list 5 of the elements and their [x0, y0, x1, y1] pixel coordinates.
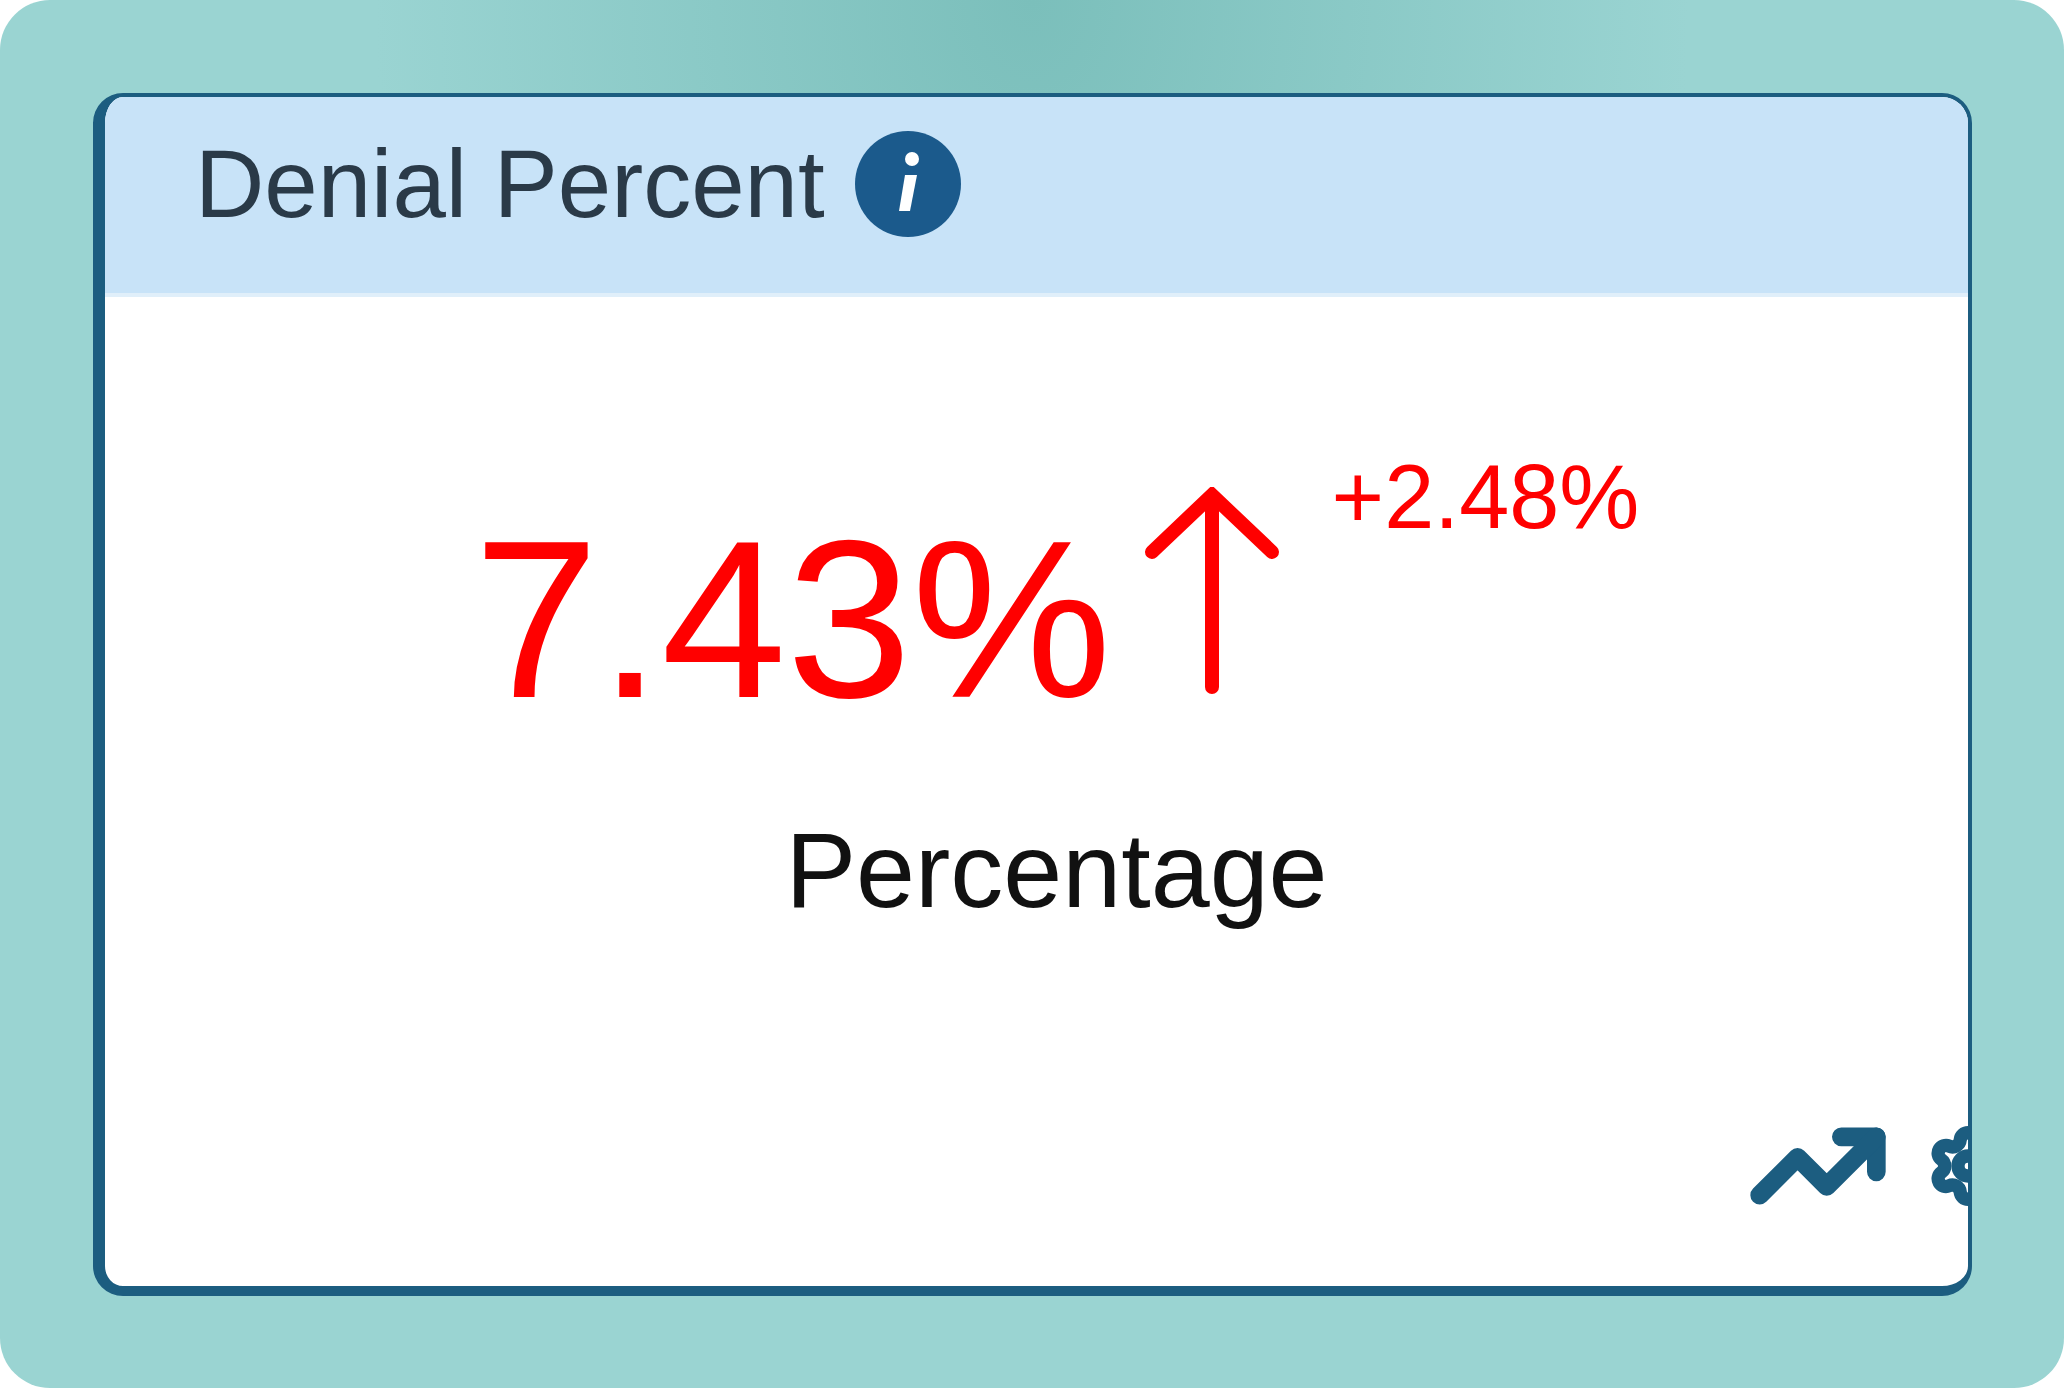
widget-title: Denial Percent [195, 136, 825, 232]
metric-value: 7.43% [473, 507, 1112, 732]
change-value: +2.48% [1331, 452, 1640, 542]
info-icon[interactable] [854, 131, 961, 237]
unit-label: Percentage [785, 810, 1328, 931]
